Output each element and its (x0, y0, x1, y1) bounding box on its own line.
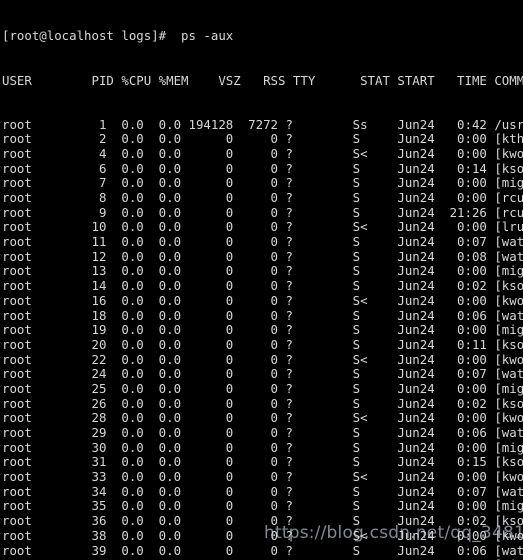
ps-process-row: root 8 0.0 0.0 0 0 ? S Jun24 0:00 [rcu_b… (2, 190, 523, 206)
ps-process-row: root 1 0.0 0.0 194128 7272 ? Ss Jun24 0:… (2, 116, 523, 132)
shell-prompt-line: [root@localhost logs]# ps -aux (2, 28, 234, 44)
terminal-window[interactable]: [root@localhost logs]# ps -aux USER PID … (0, 0, 523, 560)
ps-process-row: root 13 0.0 0.0 0 0 ? S Jun24 0:00 [migr… (2, 263, 523, 279)
ps-process-row: root 11 0.0 0.0 0 0 ? S Jun24 0:07 [watc… (2, 234, 523, 250)
ps-process-row: root 14 0.0 0.0 0 0 ? S Jun24 0:02 [ksof… (2, 278, 523, 294)
ps-process-row: root 35 0.0 0.0 0 0 ? S Jun24 0:00 [migr… (2, 498, 523, 514)
ps-process-row: root 16 0.0 0.0 0 0 ? S< Jun24 0:00 [kwo… (2, 292, 523, 308)
ps-process-row: root 18 0.0 0.0 0 0 ? S Jun24 0:06 [watc… (2, 307, 523, 323)
ps-process-row: root 4 0.0 0.0 0 0 ? S< Jun24 0:00 [kwor… (2, 145, 523, 161)
ps-process-row: root 26 0.0 0.0 0 0 ? S Jun24 0:02 [ksof… (2, 395, 523, 411)
terminal-screen: [root@localhost logs]# ps -aux USER PID … (2, 0, 523, 560)
ps-process-row: root 33 0.0 0.0 0 0 ? S< Jun24 0:00 [kwo… (2, 469, 523, 485)
ps-process-row: root 10 0.0 0.0 0 0 ? S< Jun24 0:00 [lru… (2, 219, 523, 235)
ps-process-row: root 25 0.0 0.0 0 0 ? S Jun24 0:00 [migr… (2, 380, 523, 396)
ps-process-row: root 36 0.0 0.0 0 0 ? S Jun24 0:02 [ksof… (2, 513, 523, 529)
ps-process-row: root 24 0.0 0.0 0 0 ? S Jun24 0:07 [watc… (2, 366, 523, 382)
ps-process-row: root 19 0.0 0.0 0 0 ? S Jun24 0:00 [migr… (2, 322, 523, 338)
ps-process-row: root 28 0.0 0.0 0 0 ? S< Jun24 0:00 [kwo… (2, 410, 523, 426)
ps-process-row: root 9 0.0 0.0 0 0 ? S Jun24 21:26 [rcu_… (2, 204, 523, 220)
ps-process-row: root 20 0.0 0.0 0 0 ? S Jun24 0:11 [ksof… (2, 336, 523, 352)
ps-process-row: root 29 0.0 0.0 0 0 ? S Jun24 0:06 [watc… (2, 425, 523, 441)
ps-process-row: root 38 0.0 0.0 0 0 ? S< Jun24 0:00 [kwo… (2, 527, 523, 543)
ps-process-row: root 6 0.0 0.0 0 0 ? S Jun24 0:14 [ksoft… (2, 160, 523, 176)
ps-process-row: root 22 0.0 0.0 0 0 ? S< Jun24 0:00 [kwo… (2, 351, 523, 367)
ps-process-row: root 34 0.0 0.0 0 0 ? S Jun24 0:07 [watc… (2, 483, 523, 499)
ps-table-body: root 1 0.0 0.0 194128 7272 ? Ss Jun24 0:… (2, 116, 523, 560)
ps-table-header: USER PID %CPU %MEM VSZ RSS TTY STAT STAR… (2, 72, 523, 88)
ps-process-row: root 30 0.0 0.0 0 0 ? S Jun24 0:00 [migr… (2, 439, 523, 455)
ps-process-row: root 7 0.0 0.0 0 0 ? S Jun24 0:00 [migra… (2, 175, 523, 191)
ps-process-row: root 31 0.0 0.0 0 0 ? S Jun24 0:15 [ksof… (2, 454, 523, 470)
ps-process-row: root 12 0.0 0.0 0 0 ? S Jun24 0:08 [watc… (2, 248, 523, 264)
ps-process-row: root 39 0.0 0.0 0 0 ? S Jun24 0:06 [watc… (2, 542, 523, 558)
ps-process-row: root 2 0.0 0.0 0 0 ? S Jun24 0:00 [kthre… (2, 131, 523, 147)
